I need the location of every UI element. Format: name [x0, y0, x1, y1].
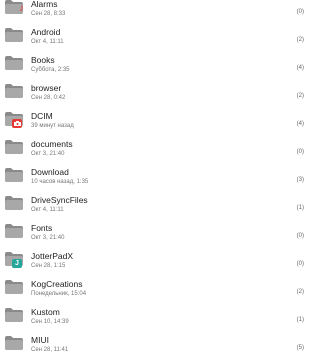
list-item-android[interactable]: Android Окт 4, 11:11 (2) — [0, 19, 310, 47]
folder-date: Окт 3, 21:40 — [31, 151, 65, 157]
folder-name: DriveSyncFiles — [31, 195, 88, 205]
folder-date: Сен 28, 11:41 — [31, 347, 69, 353]
folder-count: (0) — [296, 233, 304, 239]
folder-name: browser — [31, 83, 62, 93]
folder-date: Окт 4, 11:11 — [31, 39, 64, 45]
list-item-books[interactable]: Books Суббота, 2:35 (4) — [0, 47, 310, 75]
music-note-icon: ♪ — [19, 3, 24, 14]
folder-icon — [5, 140, 23, 154]
folder-count: (0) — [296, 9, 304, 15]
folder-date: Сен 28, 0:42 — [31, 95, 66, 101]
folder-icon — [5, 28, 23, 42]
folder-name: Kustom — [31, 307, 60, 317]
folder-list: ♪ Alarms Сен 28, 8:33 (0) Android Окт 4,… — [0, 0, 310, 355]
list-item-dcim[interactable]: DCIM 39 минут назад (4) — [0, 103, 310, 131]
folder-name: documents — [31, 139, 73, 149]
folder-date: Окт 3, 21:40 — [31, 235, 65, 241]
list-item-browser[interactable]: browser Сен 28, 0:42 (2) — [0, 75, 310, 103]
folder-name: DCIM — [31, 111, 53, 121]
list-item-kogcreations[interactable]: KogCreations Понедельник, 15:04 (2) — [0, 271, 310, 299]
folder-count: (0) — [296, 149, 304, 155]
folder-name: KogCreations — [31, 279, 83, 289]
folder-icon — [5, 56, 23, 70]
folder-count: (2) — [296, 37, 304, 43]
folder-count: (4) — [296, 65, 304, 71]
folder-date: Сен 28, 8:33 — [31, 11, 66, 17]
folder-date: Суббота, 2:35 — [31, 67, 70, 73]
folder-icon — [5, 280, 23, 294]
folder-name: Alarms — [31, 0, 58, 9]
folder-count: (2) — [296, 289, 304, 295]
folder-date: 10 часов назад, 1:35 — [31, 179, 89, 185]
folder-name: Books — [31, 55, 55, 65]
folder-icon — [5, 308, 23, 322]
folder-date: Сен 10, 14:39 — [31, 319, 69, 325]
folder-count: (1) — [296, 317, 304, 323]
camera-icon — [12, 119, 22, 128]
folder-name: JotterPadX — [31, 251, 74, 261]
folder-name: MIUI — [31, 335, 49, 345]
folder-name: Fonts — [31, 223, 53, 233]
list-item-miui[interactable]: MIUI Сен 28, 11:41 (5) — [0, 327, 310, 355]
folder-count: (3) — [296, 177, 304, 183]
list-item-alarms[interactable]: ♪ Alarms Сен 28, 8:33 (0) — [0, 0, 310, 19]
folder-count: (2) — [296, 93, 304, 99]
folder-date: Сен 28, 1:15 — [31, 263, 66, 269]
folder-icon — [5, 84, 23, 98]
folder-count: (0) — [296, 261, 304, 267]
list-item-drivesyncfiles[interactable]: DriveSyncFiles Окт 4, 11:11 (1) — [0, 187, 310, 215]
folder-count: (5) — [296, 345, 304, 351]
folder-date: 39 минут назад — [31, 123, 74, 129]
folder-count: (4) — [296, 121, 304, 127]
list-item-jotterpadx[interactable]: J JotterPadX Сен 28, 1:15 (0) — [0, 243, 310, 271]
list-item-fonts[interactable]: Fonts Окт 3, 21:40 (0) — [0, 215, 310, 243]
jotterpad-icon: J — [12, 259, 22, 268]
folder-date: Окт 4, 11:11 — [31, 207, 64, 213]
folder-date: Понедельник, 15:04 — [31, 291, 87, 297]
folder-icon — [5, 168, 23, 182]
list-item-download[interactable]: Download 10 часов назад, 1:35 (3) — [0, 159, 310, 187]
folder-icon — [5, 196, 23, 210]
folder-icon — [5, 224, 23, 238]
folder-count: (1) — [296, 205, 304, 211]
list-item-documents[interactable]: documents Окт 3, 21:40 (0) — [0, 131, 310, 159]
folder-name: Download — [31, 167, 69, 177]
folder-icon — [5, 336, 23, 350]
list-item-kustom[interactable]: Kustom Сен 10, 14:39 (1) — [0, 299, 310, 327]
folder-name: Android — [31, 27, 61, 37]
